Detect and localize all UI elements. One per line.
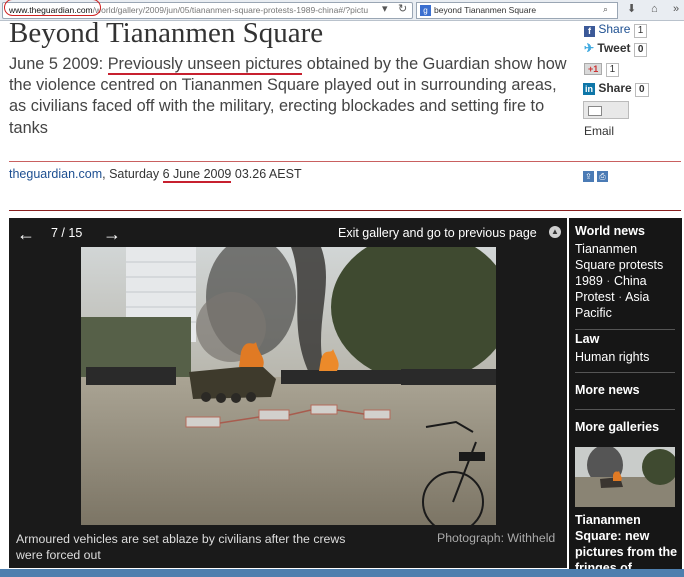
link-protest[interactable]: Protest [575,290,615,304]
thumbnail-illustration [575,447,675,507]
search-input[interactable]: g beyond Tiananmen Square [416,2,618,19]
facebook-share-label: Share [598,22,631,36]
reload-icon[interactable]: ↻ [398,0,407,18]
byline-date: 6 June 2009 [162,167,232,183]
separator-dot: · [618,290,623,304]
byline-day: , Saturday [102,167,163,181]
section-title-world-news[interactable]: World news [575,224,645,238]
more-news-link[interactable]: More news [575,383,640,397]
twitter-icon: ✈ [584,41,595,55]
photo-caption: Armoured vehicles are set ablaze by civi… [16,532,346,562]
email-icon [588,106,602,116]
gallery-counter: 7 / 15 [51,226,83,240]
page-title: Beyond Tiananmen Square [9,17,324,49]
download-icon[interactable]: ⬇ [627,0,636,18]
standfirst-date: June 5 2009: [9,55,108,73]
divider [575,329,675,330]
email-button[interactable] [583,101,629,119]
gallery-photo[interactable] [81,247,496,525]
gplus-button: +1 [584,63,603,75]
share-icon[interactable]: ⇪ [583,171,594,182]
up-arrow-icon[interactable]: ▲ [549,226,561,238]
gallery-thumbnail[interactable] [575,447,675,507]
facebook-icon: f [584,26,595,37]
standfirst: June 5 2009: Previously unseen pictures … [9,54,577,139]
standfirst-highlight: Previously unseen pictures [107,55,303,75]
exit-gallery-link[interactable]: Exit gallery and go to previous page [338,226,537,240]
more-galleries-link[interactable]: More galleries [575,420,659,434]
divider [575,372,675,373]
facebook-count: 1 [633,24,648,38]
twitter-tweet[interactable]: ✈ Tweet 0 [584,41,648,57]
thumbnail-title[interactable]: Tiananmen Square: new pictures from the … [575,512,679,576]
google-icon: g [420,5,431,16]
link-human-rights[interactable]: Human rights [575,349,649,365]
search-go-icon[interactable]: ⌕ [603,0,608,18]
divider [9,210,681,211]
url-path: /world/gallery/2009/jun/05/tiananmen-squ… [92,5,369,15]
link-china[interactable]: China [614,274,647,288]
gplus-share[interactable]: +1 1 [584,61,620,77]
twitter-count: 0 [633,43,648,57]
email-label[interactable]: Email [584,124,614,138]
taskbar [0,569,684,577]
dropdown-icon[interactable]: ▾ [382,0,388,18]
divider [575,409,675,410]
byline: theguardian.com, Saturday 6 June 2009 03… [9,167,302,183]
site-link[interactable]: theguardian.com [9,167,102,181]
linkedin-icon: in [583,83,595,95]
world-news-links: Tiananmen Square protests 1989 · China P… [575,241,679,321]
more-icon[interactable]: » [673,0,679,18]
annotation-circle [4,0,101,16]
photo-credit: Photograph: Withheld [437,531,556,545]
linkedin-share-label: Share [598,81,632,95]
home-icon[interactable]: ⌂ [651,0,658,18]
section-title-law[interactable]: Law [575,332,599,346]
separator-dot: · [606,274,611,288]
byline-time: 03.26 AEST [231,167,302,181]
gallery-sidebar: World news Tiananmen Square protests 198… [569,218,682,577]
tweet-label: Tweet [597,41,631,55]
next-arrow-icon[interactable]: → [103,224,121,245]
gplus-count: 1 [605,63,620,77]
search-query: beyond Tiananmen Square [434,5,537,15]
photo-illustration [81,247,496,525]
gallery-viewer: ← 7 / 15 → Exit gallery and go to previo… [9,218,567,568]
facebook-share[interactable]: f Share 1 [584,22,648,38]
linkedin-share[interactable]: in Share 0 [583,81,649,97]
divider [9,161,681,162]
print-icon[interactable]: ⎙ [597,171,608,182]
linkedin-count: 0 [635,83,649,97]
previous-arrow-icon[interactable]: ← [17,224,35,245]
